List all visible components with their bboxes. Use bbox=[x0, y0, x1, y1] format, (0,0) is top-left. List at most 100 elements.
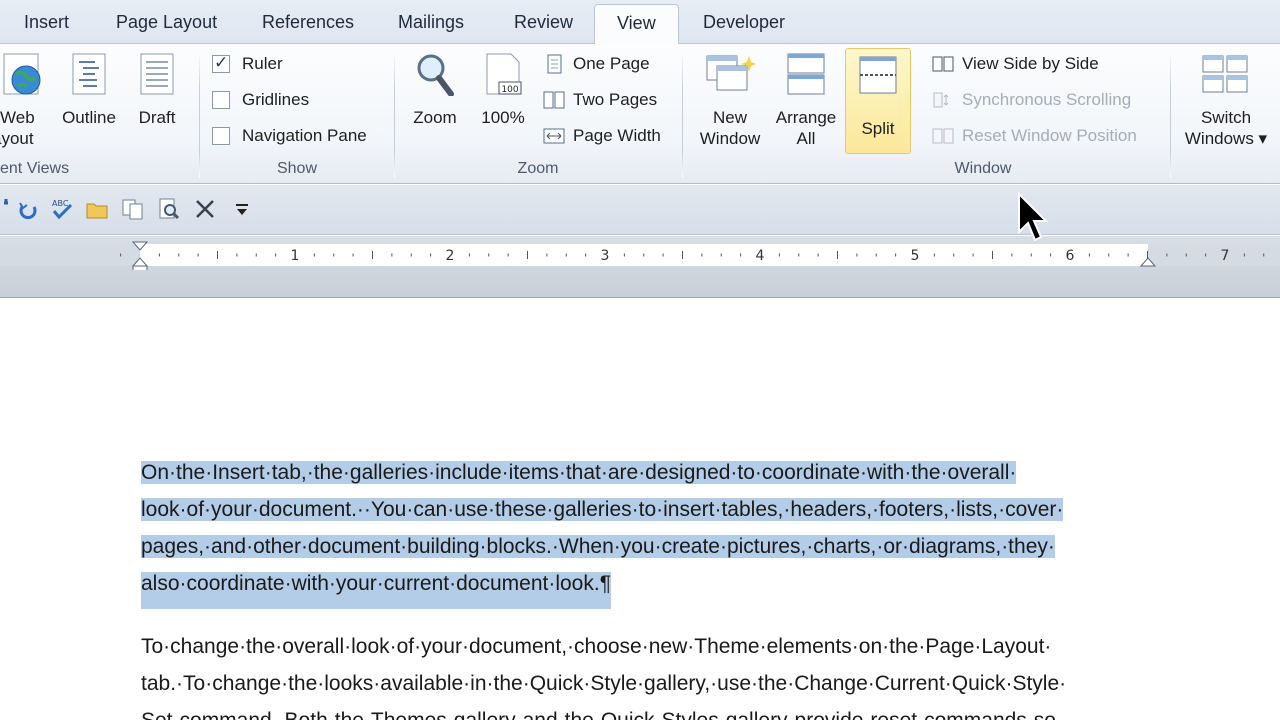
web-layout-button[interactable]: Web ayout bbox=[0, 52, 52, 149]
text-line[interactable]: Set·command.·Both·the·Themes·gallery·and… bbox=[141, 702, 1161, 720]
left-indent-marker[interactable] bbox=[132, 265, 148, 270]
zoom-group-label: Zoom bbox=[517, 160, 559, 177]
reset-window-position-label: Reset Window Position bbox=[962, 126, 1137, 145]
zoom-button[interactable]: Zoom bbox=[404, 52, 466, 128]
new-window-icon bbox=[706, 55, 757, 91]
outline-icon bbox=[72, 53, 106, 95]
tab-view[interactable]: View bbox=[594, 4, 679, 45]
page-100-icon: 100 bbox=[486, 53, 522, 95]
two-pages-icon bbox=[543, 91, 565, 109]
draft-label: Draft bbox=[138, 108, 176, 127]
split-window-icon bbox=[859, 56, 897, 94]
print-preview-icon[interactable] bbox=[157, 197, 181, 221]
tab-insert[interactable]: Insert bbox=[24, 12, 69, 33]
ribbon-tab-bar: Insert Page Layout References Mailings R… bbox=[0, 0, 1280, 45]
new-window-label-2: Window bbox=[699, 129, 761, 148]
paragraph-1-selected[interactable]: On·the·Insert·tab,·the·galleries·include… bbox=[141, 454, 1161, 609]
one-page-icon bbox=[547, 54, 562, 74]
one-page-button[interactable]: One Page bbox=[543, 54, 650, 74]
quick-access-toolbar: ABC bbox=[0, 185, 1280, 235]
open-folder-icon[interactable] bbox=[85, 197, 109, 221]
draft-button[interactable]: Draft bbox=[130, 52, 184, 128]
text-line[interactable]: tab.·To·change·the·looks·available·in·th… bbox=[141, 665, 1161, 702]
close-icon[interactable] bbox=[193, 197, 217, 221]
switch-windows-label-1: Switch bbox=[1200, 108, 1252, 127]
selected-text[interactable]: pages,·and·other·document·building·block… bbox=[141, 535, 1055, 558]
text-line: also·coordinate·with·your·current·docume… bbox=[141, 565, 1161, 609]
document-page[interactable]: On·the·Insert·tab,·the·galleries·include… bbox=[0, 298, 1280, 720]
synchronous-scrolling-label: Synchronous Scrolling bbox=[962, 90, 1132, 109]
gridlines-label: Gridlines bbox=[242, 90, 310, 109]
ruler-number: 2 bbox=[446, 248, 455, 264]
selected-text[interactable]: look·of·your·document.··You·can·use·thes… bbox=[141, 498, 1064, 521]
document-views-group-label: ent Views bbox=[0, 160, 70, 177]
svg-text:ABC: ABC bbox=[52, 199, 69, 208]
navigation-pane-checkbox-row[interactable]: Navigation Pane bbox=[212, 126, 367, 146]
web-layout-label-2: ayout bbox=[0, 129, 34, 148]
ruler-number: 3 bbox=[601, 248, 610, 264]
tab-mailings[interactable]: Mailings bbox=[398, 12, 464, 33]
group-separator bbox=[199, 50, 200, 178]
selected-text[interactable]: On·the·Insert·tab,·the·galleries·include… bbox=[141, 461, 1017, 484]
globe-icon bbox=[3, 53, 41, 95]
ruler-number: 7 bbox=[1221, 248, 1230, 264]
window-group-label: Window bbox=[954, 160, 1012, 177]
text-line: On·the·Insert·tab,·the·galleries·include… bbox=[141, 454, 1161, 491]
web-layout-label-1: Web bbox=[0, 108, 35, 127]
gridlines-checkbox[interactable] bbox=[212, 91, 230, 109]
navigation-pane-checkbox[interactable] bbox=[212, 127, 230, 145]
reset-window-position-button[interactable]: Reset Window Position bbox=[932, 126, 1137, 146]
ruler-number: 5 bbox=[911, 248, 920, 264]
new-window-button[interactable]: New Window bbox=[690, 52, 770, 149]
two-pages-label: Two Pages bbox=[573, 90, 658, 109]
new-window-label-1: New bbox=[712, 108, 747, 127]
ruler-number: 4 bbox=[756, 248, 765, 264]
customize-toolbar-dropdown-icon[interactable] bbox=[230, 197, 254, 221]
synchronous-scrolling-button[interactable]: Synchronous Scrolling bbox=[932, 90, 1131, 110]
ruler-area: 1 2 3 4 5 6 7 bbox=[0, 236, 1280, 298]
switch-windows-label-2: Windows ▾ bbox=[1184, 129, 1268, 148]
magnifier-icon bbox=[417, 54, 454, 97]
two-pages-button[interactable]: Two Pages bbox=[543, 90, 657, 110]
ruler-label: Ruler bbox=[242, 54, 283, 73]
page-width-label: Page Width bbox=[573, 126, 661, 145]
zoom-100-button[interactable]: 100 100% bbox=[472, 52, 534, 128]
paragraph-2[interactable]: To·change·the·overall·look·of·your·docum… bbox=[141, 628, 1161, 720]
split-button[interactable]: Split bbox=[845, 48, 911, 154]
group-separator bbox=[682, 50, 683, 178]
ruler-number: 1 bbox=[291, 248, 300, 264]
arrange-all-label-2: All bbox=[796, 129, 816, 148]
horizontal-ruler[interactable]: 1 2 3 4 5 6 7 bbox=[0, 240, 1280, 270]
group-separator bbox=[1170, 50, 1171, 178]
show-group-label: Show bbox=[276, 160, 318, 177]
arrange-all-icon bbox=[787, 53, 825, 95]
side-by-side-icon bbox=[932, 56, 954, 72]
switch-windows-icon bbox=[1202, 55, 1248, 93]
ribbon: Web ayout Outline Draft ent Views Ruler … bbox=[0, 44, 1280, 184]
tab-references[interactable]: References bbox=[262, 12, 354, 33]
svg-text:100: 100 bbox=[501, 85, 518, 95]
arrange-all-button[interactable]: Arrange All bbox=[770, 52, 842, 149]
ruler-checkbox[interactable] bbox=[212, 53, 230, 73]
gridlines-checkbox-row[interactable]: Gridlines bbox=[212, 90, 309, 110]
view-side-by-side-button[interactable]: View Side by Side bbox=[932, 54, 1099, 74]
split-label: Split bbox=[861, 119, 895, 138]
page-width-button[interactable]: Page Width bbox=[543, 126, 661, 146]
zoom-100-label: 100% bbox=[481, 108, 525, 127]
tab-page-layout[interactable]: Page Layout bbox=[116, 12, 217, 33]
group-separator bbox=[394, 50, 395, 178]
text-line[interactable]: To·change·the·overall·look·of·your·docum… bbox=[141, 628, 1161, 665]
mouse-pointer-icon bbox=[1018, 192, 1049, 242]
reset-window-icon bbox=[932, 128, 954, 144]
switch-windows-button[interactable]: Switch Windows ▾ bbox=[1178, 52, 1274, 149]
navigation-pane-label: Navigation Pane bbox=[242, 126, 367, 145]
draft-icon bbox=[140, 53, 174, 95]
ruler-checkbox-row[interactable]: Ruler bbox=[212, 53, 283, 74]
outline-button[interactable]: Outline bbox=[54, 52, 124, 128]
copy-pages-icon[interactable] bbox=[121, 197, 145, 221]
tab-developer[interactable]: Developer bbox=[703, 12, 785, 33]
tab-review[interactable]: Review bbox=[514, 12, 573, 33]
spelling-check-icon[interactable]: ABC bbox=[50, 197, 74, 221]
redo-icon[interactable] bbox=[16, 197, 40, 221]
selected-text[interactable]: also·coordinate·with·your·current·docume… bbox=[141, 572, 611, 609]
